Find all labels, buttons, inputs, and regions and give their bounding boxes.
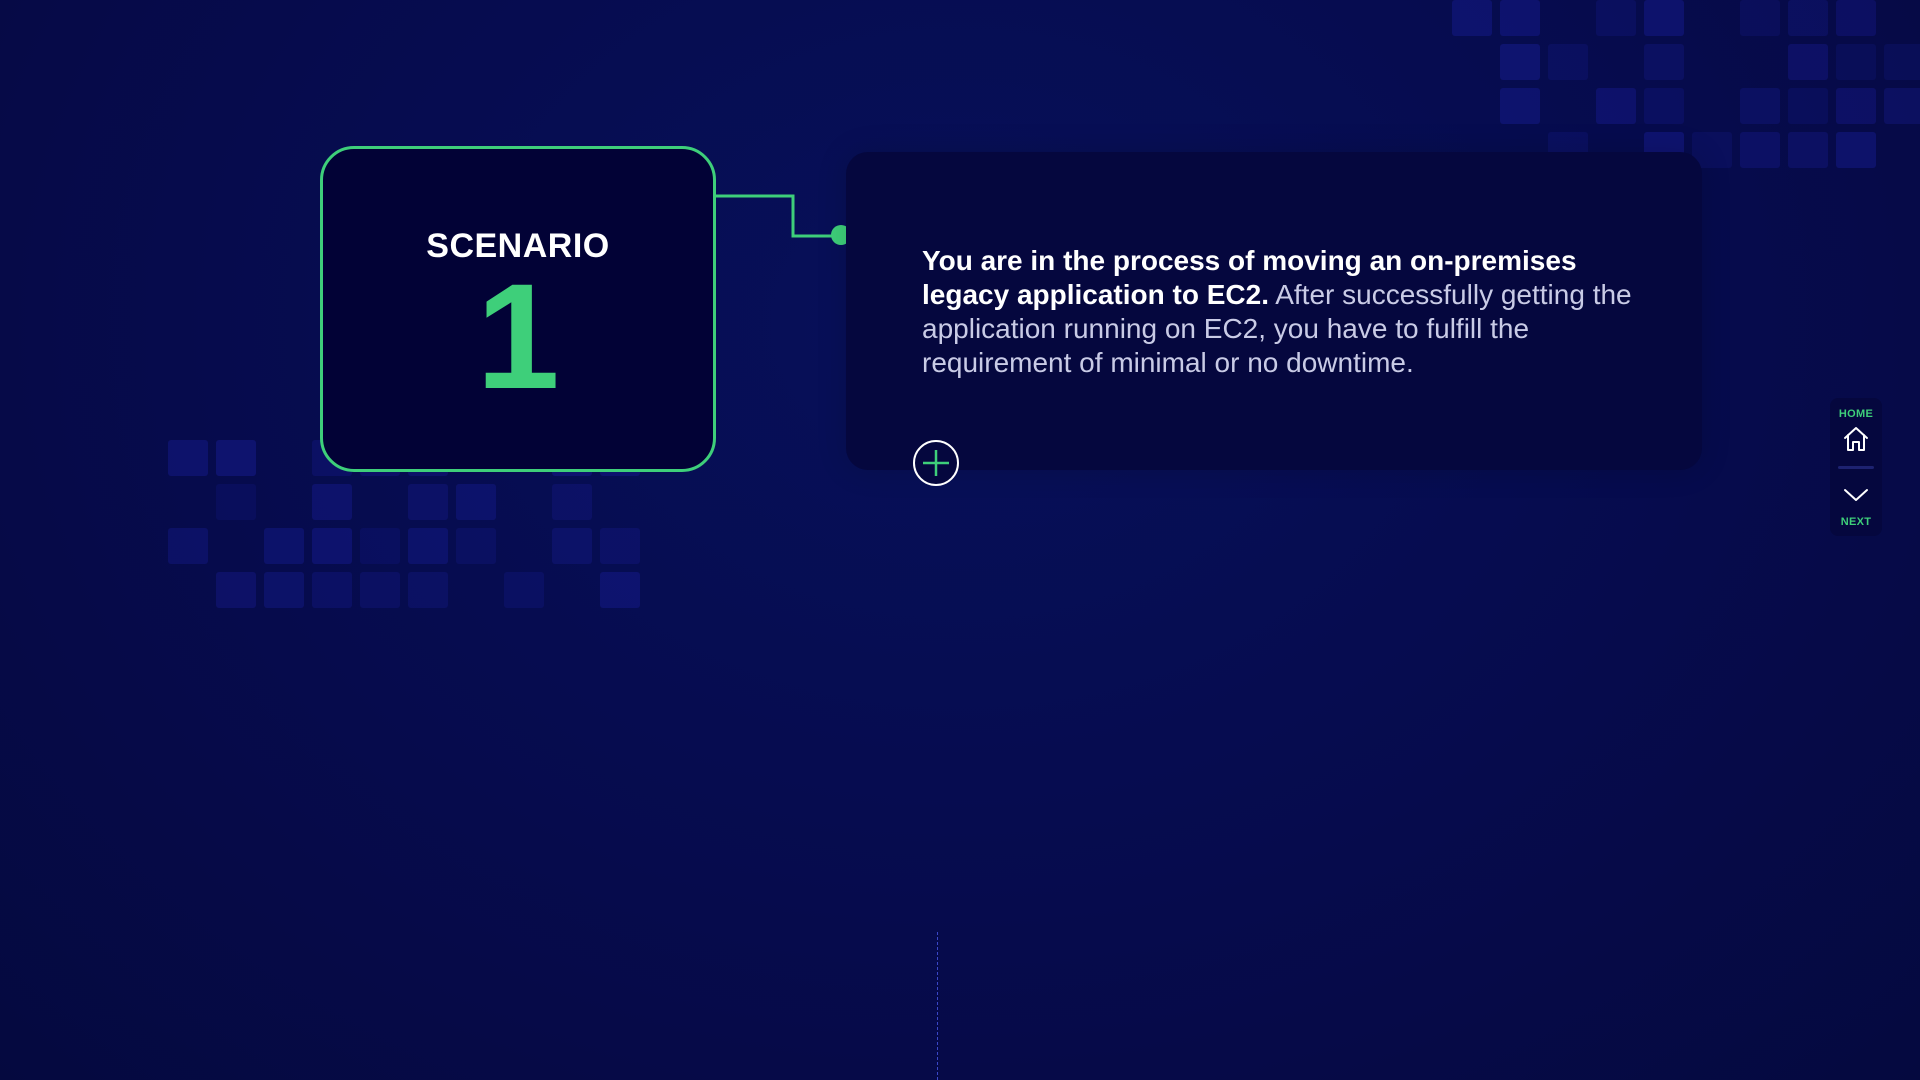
decorative-pixel bbox=[552, 528, 592, 564]
dashed-guide-line bbox=[937, 932, 938, 1080]
decorative-pixel bbox=[1884, 88, 1920, 124]
decorative-pixel bbox=[1836, 0, 1876, 36]
decorative-pixel bbox=[360, 572, 400, 608]
decorative-pixel bbox=[1500, 88, 1540, 124]
decorative-pixel bbox=[456, 484, 496, 520]
decorative-pixel bbox=[1740, 132, 1780, 168]
connector-line bbox=[716, 194, 851, 245]
decorative-pixel bbox=[264, 528, 304, 564]
decorative-pixel bbox=[168, 528, 208, 564]
home-label[interactable]: HOME bbox=[1830, 408, 1882, 420]
side-navigation: HOME NEXT bbox=[1830, 398, 1882, 536]
decorative-pixel bbox=[312, 572, 352, 608]
decorative-pixel bbox=[1788, 132, 1828, 168]
decorative-pixel bbox=[1644, 0, 1684, 36]
decorative-pixel bbox=[600, 528, 640, 564]
scenario-slide: SCENARIO 1 You are in the process of mov… bbox=[0, 0, 1920, 1080]
decorative-pixel bbox=[408, 484, 448, 520]
decorative-pixel bbox=[1500, 0, 1540, 36]
decorative-pixel bbox=[408, 528, 448, 564]
decorative-pixel bbox=[264, 572, 304, 608]
chevron-down-icon[interactable] bbox=[1843, 486, 1869, 504]
description-text: You are in the process of moving an on-p… bbox=[922, 244, 1642, 380]
scenario-card: SCENARIO 1 bbox=[320, 146, 716, 472]
decorative-pixel bbox=[1740, 88, 1780, 124]
decorative-pixel bbox=[600, 572, 640, 608]
decorative-pixel bbox=[1788, 0, 1828, 36]
decorative-pixel bbox=[1788, 44, 1828, 80]
decorative-pixel bbox=[1836, 88, 1876, 124]
scenario-number: 1 bbox=[476, 252, 560, 420]
decorative-pixel-grid-top-right bbox=[1452, 0, 1920, 168]
decorative-pixel bbox=[408, 572, 448, 608]
decorative-pixel bbox=[1644, 44, 1684, 80]
decorative-pixel bbox=[456, 528, 496, 564]
description-panel: You are in the process of moving an on-p… bbox=[846, 152, 1702, 470]
decorative-pixel bbox=[1788, 88, 1828, 124]
decorative-pixel bbox=[1884, 44, 1920, 80]
decorative-pixel bbox=[1836, 44, 1876, 80]
decorative-pixel bbox=[1548, 44, 1588, 80]
decorative-pixel bbox=[168, 440, 208, 476]
decorative-pixel bbox=[504, 572, 544, 608]
decorative-pixel bbox=[1596, 0, 1636, 36]
decorative-pixel bbox=[216, 572, 256, 608]
decorative-pixel bbox=[216, 440, 256, 476]
decorative-pixel bbox=[1596, 88, 1636, 124]
decorative-pixel bbox=[1452, 0, 1492, 36]
nav-divider bbox=[1838, 466, 1874, 469]
decorative-pixel bbox=[312, 484, 352, 520]
decorative-pixel bbox=[312, 528, 352, 564]
expand-button[interactable] bbox=[913, 440, 959, 486]
home-icon[interactable] bbox=[1843, 425, 1869, 453]
decorative-pixel bbox=[1500, 44, 1540, 80]
decorative-pixel bbox=[1644, 88, 1684, 124]
decorative-pixel bbox=[1740, 0, 1780, 36]
decorative-pixel bbox=[360, 528, 400, 564]
decorative-pixel bbox=[1836, 132, 1876, 168]
next-label[interactable]: NEXT bbox=[1830, 516, 1882, 528]
decorative-pixel bbox=[216, 484, 256, 520]
decorative-pixel bbox=[552, 484, 592, 520]
plus-icon bbox=[923, 450, 949, 476]
